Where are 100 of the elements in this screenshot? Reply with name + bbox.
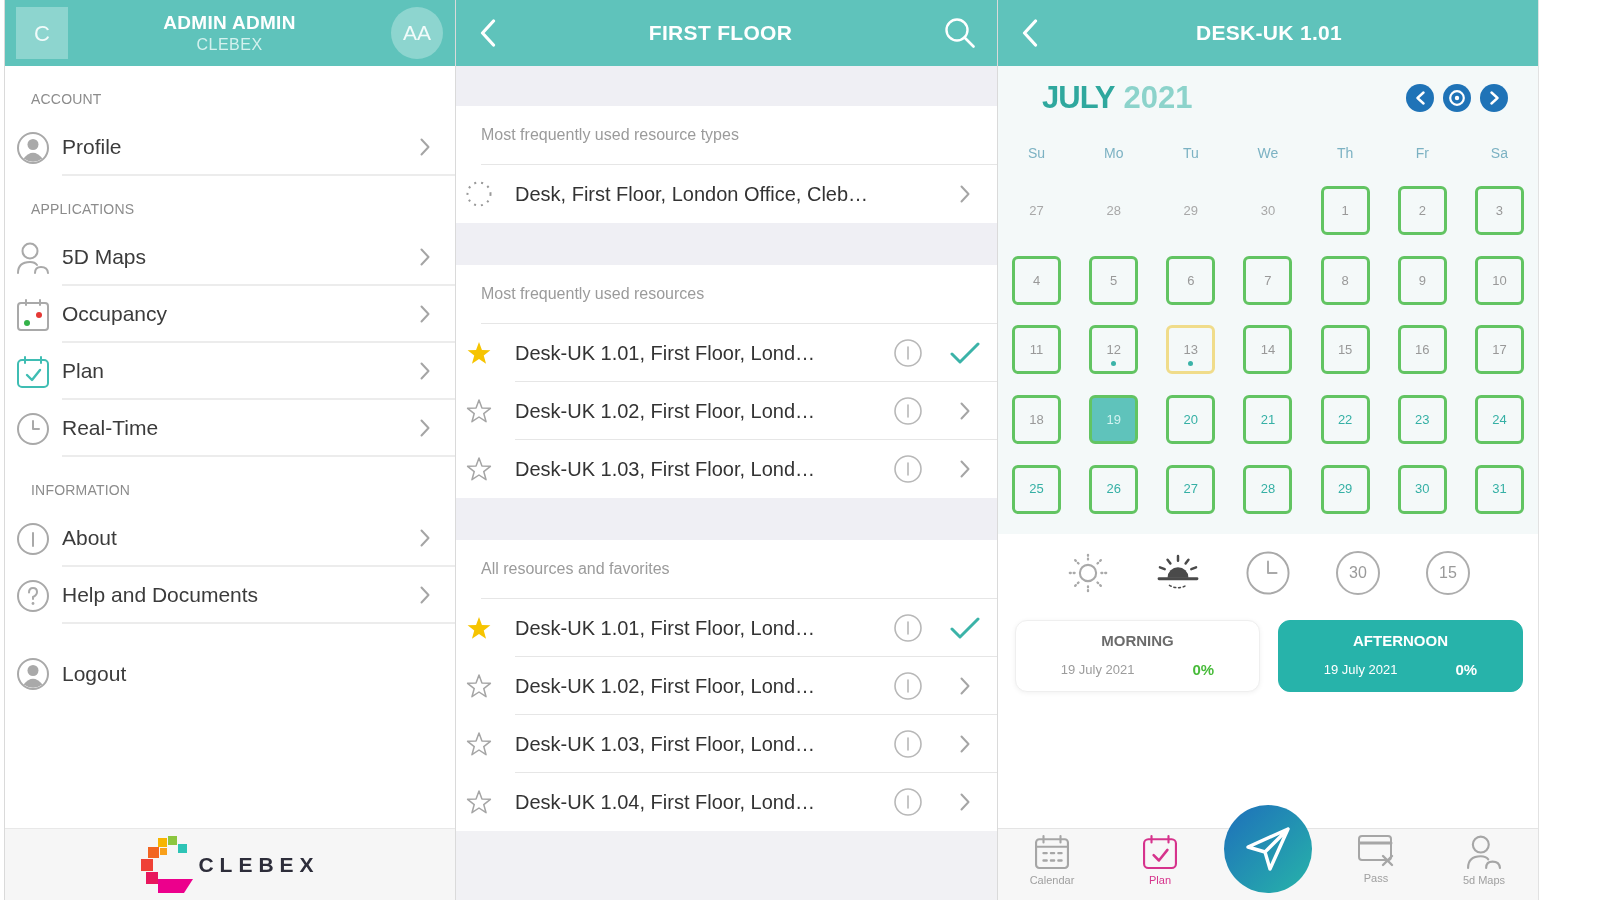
section-label: ACCOUNT xyxy=(31,90,102,109)
user-avatar[interactable]: AA xyxy=(391,7,443,59)
calendar-day[interactable]: 29 xyxy=(1320,464,1370,514)
calendar-day[interactable]: 16 xyxy=(1397,325,1447,375)
chevron-left-icon xyxy=(1415,91,1425,105)
info-icon[interactable] xyxy=(894,338,922,367)
info-icon[interactable] xyxy=(894,788,922,816)
calendar-day[interactable]: 1 xyxy=(1320,186,1370,236)
weekday-label: Mo xyxy=(1104,143,1124,163)
calendar-day[interactable]: 6 xyxy=(1166,255,1216,305)
calendar-day[interactable]: 24 xyxy=(1474,395,1524,445)
star-outline-icon[interactable] xyxy=(466,674,492,698)
today-button[interactable] xyxy=(1443,84,1471,112)
section-label: Most frequently used resource types xyxy=(481,125,739,145)
calendar-day[interactable]: 15 xyxy=(1320,325,1370,375)
star-outline-icon[interactable] xyxy=(466,457,492,481)
calendar-day[interactable]: 2 xyxy=(1397,186,1447,236)
calendar-day[interactable]: 14 xyxy=(1243,325,1293,375)
calendar-day[interactable]: 30 xyxy=(1243,186,1293,236)
period-card[interactable]: AFTERNOON 19 July 2021 0% xyxy=(1278,619,1523,692)
month-label: JULY xyxy=(1042,78,1115,117)
weekday-label: Sa xyxy=(1490,143,1508,163)
section-label: APPLICATIONS xyxy=(31,200,135,219)
logo-mark-icon xyxy=(140,836,195,893)
calendar-day[interactable]: 13 xyxy=(1166,325,1216,375)
back-icon[interactable] xyxy=(480,19,496,47)
star-filled-icon[interactable] xyxy=(466,616,492,640)
screen-title: FIRST FLOOR xyxy=(648,20,793,47)
star-outline-icon[interactable] xyxy=(466,399,492,423)
calendar-day[interactable]: 11 xyxy=(1012,325,1062,375)
section-label: Most frequently used resources xyxy=(481,284,705,304)
menu-item[interactable]: Help and Documents xyxy=(5,567,455,624)
period-card[interactable]: MORNING 19 July 2021 0% xyxy=(1015,619,1260,692)
previous-month-button[interactable] xyxy=(1406,84,1434,112)
weekday-label: Fr xyxy=(1415,143,1429,163)
occupancy-percent: 0% xyxy=(1192,659,1215,680)
back-icon[interactable] xyxy=(1022,19,1038,47)
calendar-day[interactable]: 9 xyxy=(1397,255,1447,305)
next-month-button[interactable] xyxy=(1480,84,1508,112)
calendar-day[interactable]: 3 xyxy=(1474,186,1524,236)
calendar-day[interactable]: 20 xyxy=(1166,395,1216,445)
menu-item[interactable]: Profile xyxy=(5,119,455,176)
calendar-day[interactable]: 7 xyxy=(1243,255,1293,305)
clock-icon[interactable] xyxy=(1246,550,1290,595)
calendar-day[interactable]: 27 xyxy=(1166,464,1216,514)
calendar-day[interactable]: 26 xyxy=(1089,464,1139,514)
tab-item[interactable]: Calendar xyxy=(1025,829,1079,900)
calendar-day[interactable]: 29 xyxy=(1166,186,1216,236)
calendar-day[interactable]: 27 xyxy=(1012,186,1062,236)
calendar-day[interactable]: 21 xyxy=(1243,395,1293,445)
calendar-day[interactable]: 25 xyxy=(1012,464,1062,514)
menu-item[interactable]: Logout xyxy=(5,645,455,702)
calendar-day[interactable]: 22 xyxy=(1320,395,1370,445)
info-icon[interactable] xyxy=(894,729,922,758)
menu-item[interactable]: About xyxy=(5,510,455,567)
person-icon xyxy=(1467,835,1501,869)
calendar-day[interactable]: 23 xyxy=(1397,395,1447,445)
calendar-day[interactable]: 8 xyxy=(1320,255,1370,305)
calendar-check-icon xyxy=(1143,835,1177,869)
calendar-day[interactable]: 12 xyxy=(1089,325,1139,375)
company-name: CLEBEX xyxy=(196,34,263,55)
period-title: MORNING xyxy=(1101,631,1174,652)
tab-item[interactable]: 5d Maps xyxy=(1458,829,1510,900)
star-outline-icon[interactable] xyxy=(466,732,492,756)
menu-item[interactable]: Plan xyxy=(5,343,455,400)
occupancy-percent: 0% xyxy=(1455,659,1478,680)
calendar-day[interactable]: 18 xyxy=(1012,395,1062,445)
calendar-day[interactable]: 30 xyxy=(1397,464,1447,514)
star-outline-icon[interactable] xyxy=(466,790,492,814)
company-initial: C xyxy=(16,7,68,59)
menu-item[interactable]: Real-Time xyxy=(5,400,455,457)
paper-plane-icon xyxy=(1246,827,1290,871)
target-icon xyxy=(1449,90,1465,106)
info-icon[interactable] xyxy=(894,396,922,425)
tab-item[interactable]: Plan xyxy=(1139,829,1181,900)
calendar-day[interactable]: 10 xyxy=(1474,255,1524,305)
period-date: 19 July 2021 xyxy=(1323,661,1398,680)
chevron-right-icon xyxy=(1489,91,1499,105)
calendar-day[interactable]: 19 xyxy=(1089,395,1139,445)
section-label: INFORMATION xyxy=(31,481,131,500)
info-icon[interactable] xyxy=(894,671,922,700)
info-icon[interactable] xyxy=(894,455,922,483)
minutes-filter-button[interactable]: 30 xyxy=(1336,550,1380,595)
search-icon[interactable] xyxy=(945,18,975,48)
period-date: 19 July 2021 xyxy=(1060,661,1135,680)
calendar-day[interactable]: 28 xyxy=(1089,186,1139,236)
menu-item[interactable]: Occupancy xyxy=(5,286,455,343)
calendar-day[interactable]: 28 xyxy=(1243,464,1293,514)
calendar-day[interactable]: 17 xyxy=(1474,325,1524,375)
star-filled-icon[interactable] xyxy=(466,341,492,365)
calendar-day[interactable]: 31 xyxy=(1474,464,1524,514)
minutes-filter-button[interactable]: 15 xyxy=(1426,550,1470,595)
info-icon[interactable] xyxy=(894,613,922,642)
period-title: AFTERNOON xyxy=(1353,631,1448,652)
tab-item[interactable]: Pass xyxy=(1354,829,1398,900)
card-x-icon xyxy=(1358,835,1394,867)
weekday-label: Tu xyxy=(1182,143,1199,163)
dashed-circle-icon xyxy=(466,181,492,207)
calendar-day[interactable]: 5 xyxy=(1089,255,1139,305)
calendar-day[interactable]: 4 xyxy=(1012,255,1062,305)
